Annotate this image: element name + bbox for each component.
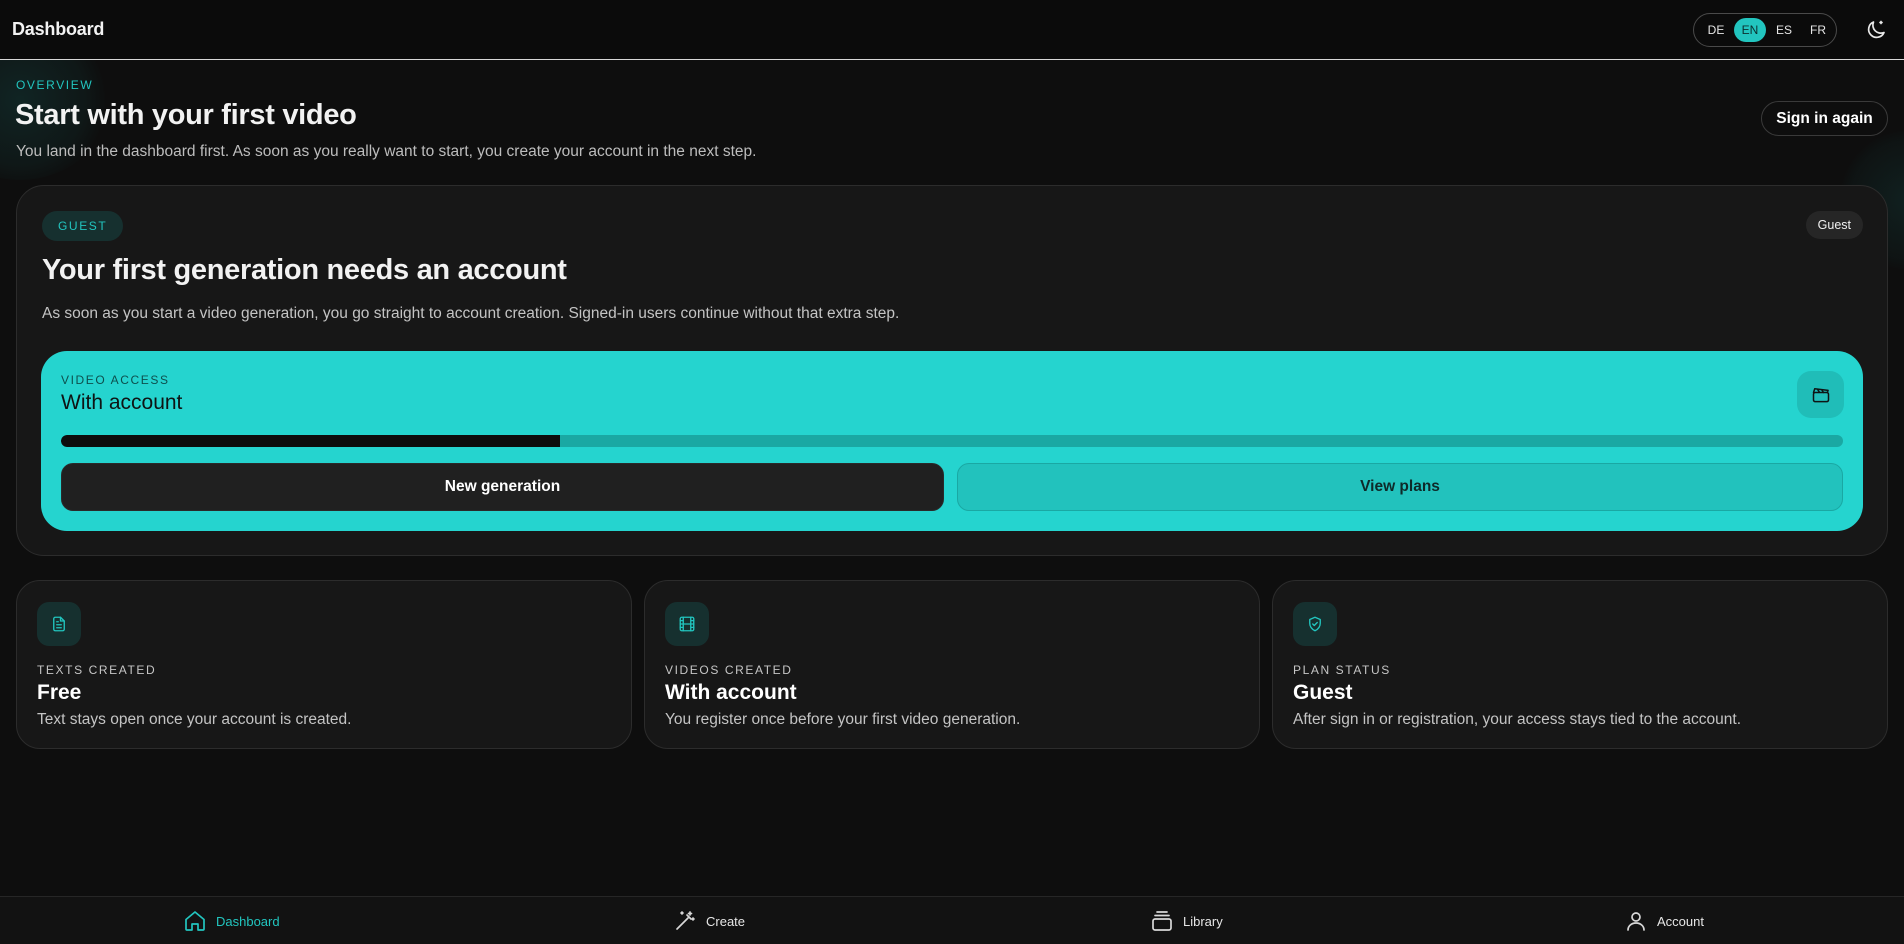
page-title: Start with your first video bbox=[15, 99, 357, 131]
card-description: As soon as you start a video generation,… bbox=[42, 305, 900, 322]
stat-icon-container bbox=[37, 602, 81, 646]
stat-description: You register once before your first vide… bbox=[665, 711, 1021, 728]
bottom-navigation: Dashboard Create Library Account bbox=[0, 896, 1904, 944]
stat-card-plan: PLAN STATUS Guest After sign in or regis… bbox=[1272, 580, 1888, 749]
moon-icon bbox=[1867, 20, 1885, 39]
progress-fill bbox=[61, 435, 560, 447]
video-access-panel: VIDEO ACCESS With account New generation… bbox=[41, 351, 1863, 531]
page-subtitle: You land in the dashboard first. As soon… bbox=[16, 143, 757, 160]
clapperboard-icon bbox=[1812, 387, 1829, 402]
magic-wand-icon bbox=[676, 911, 695, 930]
new-generation-button[interactable]: New generation bbox=[61, 463, 944, 511]
video-access-value: With account bbox=[61, 391, 183, 414]
nav-label: Account bbox=[1657, 913, 1704, 929]
guest-pill: GUEST bbox=[42, 211, 124, 241]
film-icon bbox=[679, 616, 695, 632]
stat-card-texts: TEXTS CREATED Free Text stays open once … bbox=[16, 580, 632, 749]
first-generation-card: GUEST Guest Your first generation needs … bbox=[16, 185, 1888, 556]
clapperboard-button[interactable] bbox=[1797, 371, 1844, 418]
stat-value: With account bbox=[665, 681, 797, 704]
sign-in-again-button[interactable]: Sign in again bbox=[1761, 101, 1888, 136]
stat-description: Text stays open once your account is cre… bbox=[37, 711, 352, 728]
library-icon bbox=[1152, 911, 1172, 931]
nav-item-create[interactable]: Create bbox=[673, 909, 745, 933]
nav-item-account[interactable]: Account bbox=[1624, 909, 1704, 933]
overview-eyebrow: OVERVIEW bbox=[16, 78, 94, 92]
document-icon bbox=[53, 616, 65, 632]
stat-description: After sign in or registration, your acce… bbox=[1293, 711, 1741, 728]
user-icon bbox=[1627, 912, 1645, 931]
stat-label: TEXTS CREATED bbox=[37, 663, 157, 677]
stat-icon-container bbox=[1293, 602, 1337, 646]
nav-item-library[interactable]: Library bbox=[1150, 909, 1223, 933]
top-header: Dashboard DE EN ES FR bbox=[0, 0, 1904, 60]
nav-label: Dashboard bbox=[216, 913, 280, 929]
stat-card-videos: VIDEOS CREATED With account You register… bbox=[644, 580, 1260, 749]
nav-item-dashboard[interactable]: Dashboard bbox=[183, 909, 280, 933]
card-title: Your first generation needs an account bbox=[42, 254, 567, 286]
stat-label: VIDEOS CREATED bbox=[665, 663, 793, 677]
stat-value: Guest bbox=[1293, 681, 1353, 704]
stat-value: Free bbox=[37, 681, 82, 704]
view-plans-button[interactable]: View plans bbox=[957, 463, 1843, 511]
video-access-progress bbox=[61, 435, 1843, 447]
nav-label: Library bbox=[1183, 913, 1223, 929]
home-icon bbox=[185, 911, 205, 931]
language-option-de[interactable]: DE bbox=[1700, 18, 1732, 42]
language-option-fr[interactable]: FR bbox=[1802, 18, 1834, 42]
guest-status-badge: Guest bbox=[1805, 211, 1863, 239]
shield-check-icon bbox=[1309, 616, 1321, 632]
video-access-label: VIDEO ACCESS bbox=[61, 373, 170, 387]
nav-label: Create bbox=[706, 913, 746, 929]
app-title: Dashboard bbox=[12, 19, 105, 39]
stat-icon-container bbox=[665, 602, 709, 646]
language-option-es[interactable]: ES bbox=[1768, 18, 1800, 42]
language-option-en[interactable]: EN bbox=[1734, 18, 1766, 42]
theme-toggle-button[interactable] bbox=[1864, 18, 1888, 42]
language-switcher: DE EN ES FR bbox=[1693, 13, 1837, 47]
stat-label: PLAN STATUS bbox=[1293, 663, 1391, 677]
